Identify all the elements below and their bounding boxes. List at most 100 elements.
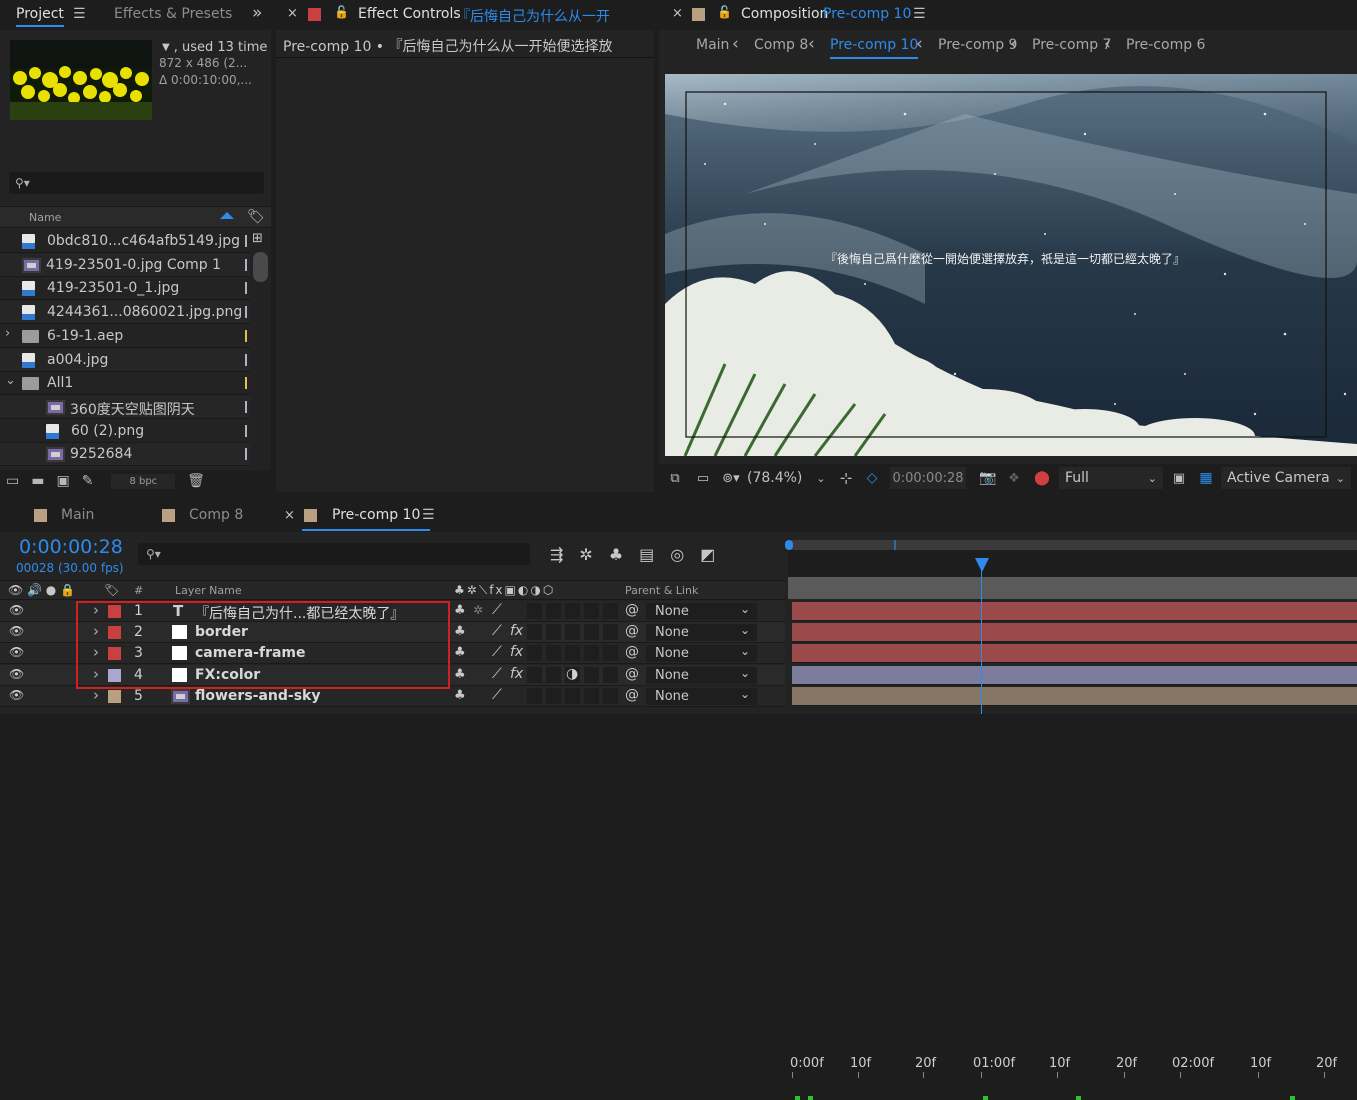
column-layer-name[interactable]: Layer Name xyxy=(175,584,242,597)
parent-dropdown[interactable]: None ⌄ xyxy=(646,623,757,642)
parent-dropdown[interactable]: None ⌄ xyxy=(646,644,757,663)
switch-cell[interactable] xyxy=(603,624,618,641)
project-list-item[interactable]: 360度天空贴图阴天 xyxy=(0,395,250,419)
quality-switch-icon[interactable]: ⟋ xyxy=(492,623,502,639)
quality-switch-icon[interactable]: ⟋ xyxy=(492,644,502,660)
breadcrumb-item[interactable]: Pre-comp 10 xyxy=(830,37,919,59)
layer-duration-bar[interactable] xyxy=(792,644,1357,664)
interpret-footage-icon[interactable]: ▭ xyxy=(6,473,19,489)
layer-duration-bar[interactable] xyxy=(792,623,1357,643)
label-color-swatch[interactable] xyxy=(245,353,247,366)
breadcrumb-item[interactable]: Pre-comp 9 xyxy=(938,37,1017,53)
lock-icon[interactable]: 🔓 xyxy=(717,5,732,19)
switch-cell[interactable] xyxy=(565,687,580,704)
project-list-item[interactable]: 419-23501-0_1.jpg xyxy=(0,277,250,301)
mask-path-icon[interactable]: ◇ xyxy=(861,466,883,490)
keyframe-marker[interactable] xyxy=(808,1096,813,1100)
column-name[interactable]: Name xyxy=(29,211,61,224)
vr-goggles-icon[interactable]: ⊚▾ xyxy=(719,466,743,490)
parent-pickwhip-icon[interactable]: @ xyxy=(625,666,639,682)
label-color-swatch[interactable] xyxy=(245,235,247,247)
pen-icon[interactable]: ✎ xyxy=(82,473,94,489)
label-color-swatch[interactable] xyxy=(245,377,247,390)
show-snapshot-icon[interactable]: ❖ xyxy=(1003,466,1025,490)
new-composition-icon[interactable]: ▣ xyxy=(56,473,69,489)
breadcrumb-item[interactable]: Pre-comp 7 xyxy=(1032,37,1111,53)
label-color-swatch[interactable] xyxy=(245,400,247,413)
label-tag-icon[interactable]: 🏷 xyxy=(104,583,119,597)
adjustment-layer-icon[interactable]: ◑ xyxy=(566,666,578,682)
parent-dropdown[interactable]: None ⌄ xyxy=(646,687,757,705)
double-chevron-right-icon[interactable]: » xyxy=(252,3,262,23)
project-list-item[interactable]: › 6-19-1.aep xyxy=(0,324,250,348)
project-list-item[interactable]: 0bdc810...c464afb5149.jpg xyxy=(0,230,250,253)
switch-cell[interactable] xyxy=(584,603,599,619)
keyframe-marker[interactable] xyxy=(983,1096,988,1100)
cti-head[interactable] xyxy=(975,558,989,572)
grid-guides-icon[interactable]: ⊹ xyxy=(835,466,857,490)
viewer-timecode[interactable]: 0:00:00:28 xyxy=(890,467,966,489)
switch-cell[interactable] xyxy=(527,624,542,641)
project-search-input[interactable]: ⚲▾ xyxy=(9,172,264,194)
lock-icon[interactable]: 🔓 xyxy=(334,5,349,19)
disclosure-open-icon[interactable]: ⌄ xyxy=(5,373,16,388)
parent-dropdown[interactable]: None ⌄ xyxy=(646,666,757,684)
label-color-swatch[interactable] xyxy=(245,282,247,295)
effects-switch-icon[interactable]: fx xyxy=(510,666,523,682)
switch-cell[interactable] xyxy=(584,666,599,683)
eye-icon[interactable]: 👁 xyxy=(9,667,24,681)
eye-icon[interactable]: 👁 xyxy=(9,645,24,659)
hamburger-icon[interactable]: ☰ xyxy=(422,507,435,523)
switch-cell[interactable] xyxy=(603,687,618,704)
disclosure-closed-icon[interactable]: › xyxy=(5,326,10,341)
switch-cell[interactable] xyxy=(584,687,599,704)
project-list-item[interactable]: ⌄ All1 xyxy=(0,372,250,396)
shy-switch-icon[interactable]: ♣ xyxy=(454,688,466,703)
eye-icon[interactable]: 👁 xyxy=(9,603,24,617)
bpc-button[interactable]: 8 bpc xyxy=(111,473,176,489)
quality-switch-icon[interactable]: ⟋ xyxy=(492,687,502,703)
keyframe-marker[interactable] xyxy=(1076,1096,1081,1100)
switch-cell[interactable] xyxy=(565,603,580,619)
breadcrumb-item[interactable]: Pre-comp 6 xyxy=(1126,37,1205,53)
label-color-swatch[interactable] xyxy=(245,306,247,319)
shy-layers-icon[interactable]: ♣ xyxy=(609,545,623,564)
composition-viewer[interactable]: 『後悔自己爲什麼從一開始便選擇放弃，祇是這一切都已經太晚了』 xyxy=(665,74,1357,456)
switch-cell[interactable] xyxy=(603,603,618,619)
keyframe-marker[interactable] xyxy=(1290,1096,1295,1100)
magnification-dropdown[interactable]: (78.4%) ⌄ xyxy=(747,468,826,488)
label-color-swatch[interactable] xyxy=(245,258,247,271)
tab-effects-presets[interactable]: Effects & Presets xyxy=(114,6,232,22)
new-folder-icon[interactable]: ▬ xyxy=(31,473,44,489)
work-area-marker[interactable] xyxy=(894,540,896,550)
label-color-swatch[interactable] xyxy=(245,424,247,437)
label-color-swatch[interactable] xyxy=(245,329,247,342)
layer-duration-bar[interactable] xyxy=(792,686,1357,706)
composition-tab-comp[interactable]: Pre-comp 10 xyxy=(823,6,911,22)
av-switches-icon[interactable]: 👁 🔊 ● 🔒 xyxy=(8,583,75,597)
snapshot-layout-icon[interactable]: ⧉ xyxy=(665,466,685,490)
shy-switch-icon[interactable]: ♣ xyxy=(454,603,466,618)
project-list-item[interactable]: 9252684 xyxy=(0,443,250,467)
layer-duration-bar[interactable] xyxy=(792,665,1357,685)
eye-icon[interactable]: 👁 xyxy=(9,688,24,702)
transparency-grid-icon[interactable]: ▦ xyxy=(1195,466,1217,490)
switch-cell[interactable] xyxy=(603,666,618,683)
motion-blur-icon[interactable]: ◎ xyxy=(670,545,684,564)
quality-switch-icon[interactable]: ⟋ xyxy=(492,602,502,618)
timeline-tab[interactable]: Pre-comp 10 xyxy=(332,507,420,523)
timeline-tab[interactable]: Comp 8 xyxy=(189,507,243,523)
scrollbar-thumb[interactable] xyxy=(253,252,268,282)
resolution-dropdown[interactable]: Full ⌄ xyxy=(1059,467,1163,489)
column-parent-link[interactable]: Parent & Link xyxy=(625,584,698,597)
dropdown-triangle-icon[interactable]: ▼ xyxy=(162,42,170,53)
tab-project[interactable]: Project xyxy=(16,6,64,27)
camera-dropdown[interactable]: Active Camera ⌄ xyxy=(1221,467,1351,489)
hamburger-icon[interactable]: ☰ xyxy=(73,6,86,22)
project-list-item[interactable]: a004.jpg xyxy=(0,348,250,372)
switch-cell[interactable] xyxy=(584,645,599,662)
project-list-item[interactable]: 4244361...0860021.jpg.png xyxy=(0,301,250,325)
timeline-timecode[interactable]: 0:00:00:28 xyxy=(19,536,123,558)
shy-switch-icon[interactable]: ♣ xyxy=(454,624,466,639)
keyframe-marker[interactable] xyxy=(795,1096,800,1100)
